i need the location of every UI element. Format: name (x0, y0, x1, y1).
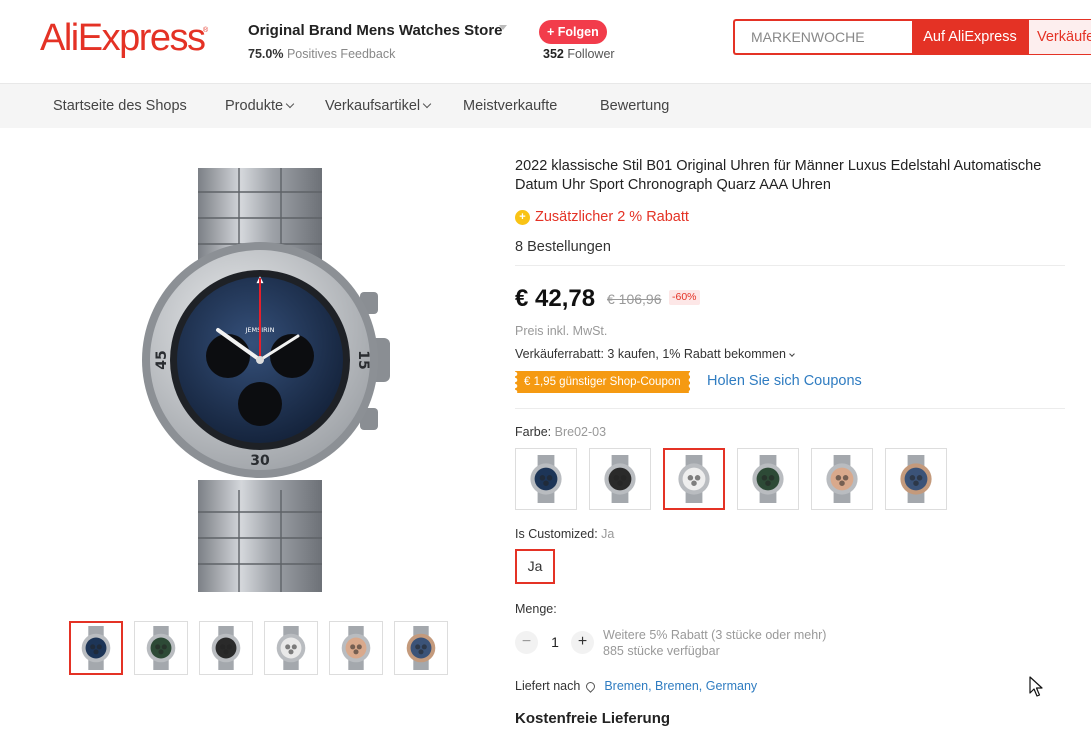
quantity-label: Menge: (515, 602, 557, 616)
feedback-label: Positives Feedback (286, 47, 396, 61)
free-shipping: Kostenfreie Lieferung (515, 710, 671, 727)
color-value: Bre02-03 (554, 425, 607, 439)
gallery-thumbnail[interactable] (394, 621, 448, 675)
store-nav: Startseite des Shops Produkte Verkaufsar… (0, 84, 1091, 128)
product-main-image[interactable]: ▲ 45 30 15 JEMSIRIN (68, 160, 448, 600)
gallery-thumbnail[interactable] (69, 621, 123, 675)
logo-trademark: ® (203, 27, 209, 34)
customized-option-ja[interactable]: Ja (515, 549, 555, 584)
gallery-thumbnail[interactable] (134, 621, 188, 675)
followers-count: 352 Follower (543, 47, 615, 61)
color-swatch[interactable] (885, 448, 947, 510)
divider (515, 265, 1065, 266)
stock-note: 885 stücke verfügbar (603, 644, 720, 658)
customized-value: Ja (601, 527, 615, 541)
product-title: 2022 klassische Stil B01 Original Uhren … (515, 158, 1042, 193)
nav-label: Produkte (225, 98, 284, 114)
followers-label: Follower (567, 47, 615, 61)
color-label: Farbe: (515, 425, 552, 439)
search-aliexpress-button[interactable]: Auf AliExpress (912, 19, 1028, 55)
seller-discount[interactable]: Verkäuferrabatt: 3 kaufen, 1% Rabatt bek… (515, 347, 795, 361)
extra-discount[interactable]: + Zusätzlicher 2 % Rabatt (515, 209, 689, 225)
store-dropdown-icon[interactable] (499, 25, 507, 30)
watch-thumbnail-image (406, 626, 436, 670)
watch-swatch-image (900, 455, 932, 503)
watch-swatch-image (678, 455, 710, 503)
quantity-input[interactable]: 1 (545, 634, 565, 650)
watch-thumbnail-image (276, 626, 306, 670)
color-swatch[interactable] (515, 448, 577, 510)
nav-bestsellers[interactable]: Meistverkaufte (463, 98, 557, 114)
watch-swatch-image (604, 455, 636, 503)
watch-thumbnail-image (341, 626, 371, 670)
follow-button[interactable]: + Folgen (539, 20, 607, 44)
orders-count: 8 Bestellungen (515, 239, 611, 255)
bezel-number: 45 (154, 350, 170, 369)
search-store-button[interactable]: Verkäufe (1028, 19, 1091, 55)
nav-reviews[interactable]: Bewertung (600, 98, 669, 114)
aliexpress-logo[interactable]: AliExpress (40, 17, 206, 60)
followers-number: 352 (543, 47, 564, 61)
color-swatch[interactable] (589, 448, 651, 510)
ship-location-link[interactable]: Bremen, Bremen, Germany (604, 679, 757, 693)
quantity-note: Weitere 5% Rabatt (3 stücke oder mehr) 8… (603, 627, 826, 659)
bulk-discount-note: Weitere 5% Rabatt (3 stücke oder mehr) (603, 628, 827, 642)
nav-store-home[interactable]: Startseite des Shops (53, 98, 187, 114)
nav-label: Startseite des Shops (53, 98, 187, 114)
vat-note: Preis inkl. MwSt. (515, 324, 608, 338)
nav-label: Meistverkaufte (463, 98, 558, 114)
nav-products[interactable]: Produkte (225, 98, 295, 114)
nav-label: Bewertung (600, 98, 670, 114)
customized-label-line: Is Customized: Ja (515, 527, 614, 541)
extra-discount-label: Zusätzlicher 2 % Rabatt (535, 209, 689, 225)
get-coupons-link[interactable]: Holen Sie sich Coupons (707, 373, 862, 389)
nav-sale-items[interactable]: Verkaufsartikel (325, 98, 432, 114)
store-header: AliExpress ® Original Brand Mens Watches… (0, 0, 1091, 84)
customized-label: Is Customized: (515, 527, 598, 541)
shipping-destination: Liefert nach Bremen, Bremen, Germany (515, 679, 757, 693)
watch-thumbnail-image (146, 626, 176, 670)
quantity-plus-button[interactable]: + (571, 631, 594, 654)
watch-thumbnail-image (211, 626, 241, 670)
ship-label: Liefert nach (515, 679, 581, 693)
bezel-number: 15 (355, 350, 371, 369)
mouse-cursor-icon (1029, 676, 1043, 697)
quantity-minus-button[interactable]: − (515, 631, 538, 654)
watch-swatch-image (530, 455, 562, 503)
bezel-number: 30 (250, 453, 270, 469)
gallery-thumbnail[interactable] (329, 621, 383, 675)
watch-swatch-image (752, 455, 784, 503)
gallery-thumbnail[interactable] (264, 621, 318, 675)
search-input[interactable]: MARKENWOCHE (733, 19, 913, 55)
color-label-line: Farbe: Bre02-03 (515, 425, 606, 439)
chevron-down-icon (789, 351, 795, 357)
discount-badge: -60% (669, 290, 700, 305)
location-pin-icon (584, 679, 598, 693)
chevron-down-icon (422, 99, 432, 109)
shop-coupon-tag[interactable]: € 1,95 günstiger Shop-Coupon (515, 371, 690, 393)
store-name[interactable]: Original Brand Mens Watches Store (248, 22, 503, 39)
original-price: € 106,96 (607, 291, 662, 307)
watch-swatch-image (826, 455, 858, 503)
store-feedback: 75.0% Positives Feedback (248, 47, 395, 61)
watch-image: ▲ 45 30 15 JEMSIRIN (142, 168, 390, 592)
watch-thumbnail-image (81, 626, 111, 670)
seller-discount-label: Verkäuferrabatt: 3 kaufen, 1% Rabatt bek… (515, 347, 786, 361)
feedback-percent: 75.0% (248, 47, 284, 61)
gallery-thumbnail[interactable] (199, 621, 253, 675)
chevron-down-icon (285, 99, 295, 109)
current-price: € 42,78 (515, 285, 596, 312)
color-swatch[interactable] (811, 448, 873, 510)
divider (515, 408, 1065, 409)
color-swatch[interactable] (737, 448, 799, 510)
nav-label: Verkaufsartikel (325, 98, 421, 114)
coin-icon: + (515, 209, 530, 225)
color-swatch[interactable] (663, 448, 725, 510)
